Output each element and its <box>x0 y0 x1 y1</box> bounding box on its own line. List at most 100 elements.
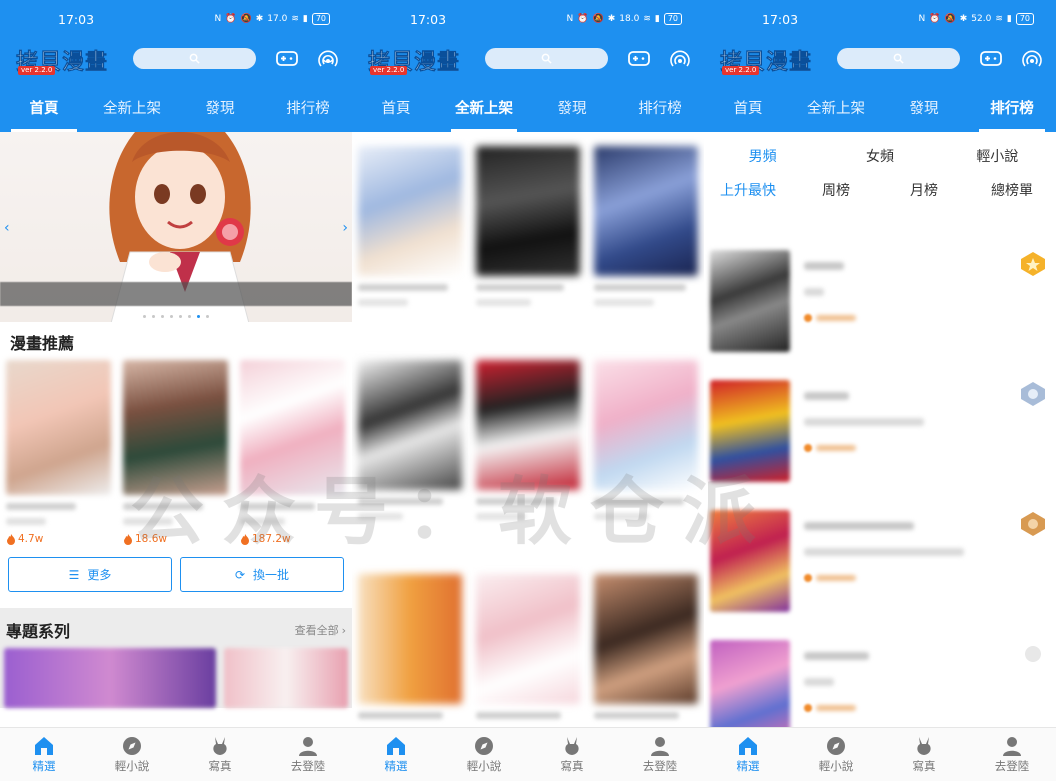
refresh-button[interactable]: ⟳ 換一批 <box>180 557 344 592</box>
view-all-link[interactable]: 查看全部 › <box>295 622 346 638</box>
home-icon <box>387 737 405 755</box>
tab-discover[interactable]: 發現 <box>880 88 968 132</box>
bottom-nav: 精選 輕小說 寫真 去登陸 <box>704 727 1056 781</box>
app-header: 17:03 N ⏰ 🔕 ✱ 18.0 ≋ ▮ 70 拷貝漫畫 ver 2.2.0 <box>352 0 704 132</box>
comic-card[interactable]: 4.7w <box>6 360 111 545</box>
nfc-icon: N <box>566 14 574 24</box>
search-bar[interactable] <box>133 48 256 69</box>
tab-home[interactable]: 首頁 <box>0 88 88 132</box>
status-bar: 17:03 N ⏰ 🔕 ✱ 18.0 ≋ ▮ 70 <box>352 0 704 38</box>
net-speed: 17.0 <box>267 14 288 24</box>
tab-new-release[interactable]: 全新上架 <box>792 88 880 132</box>
status-time: 17:03 <box>762 11 799 27</box>
nfc-icon: N <box>214 14 222 24</box>
broadcast-icon[interactable] <box>1022 49 1042 69</box>
list-icon: ☰ <box>68 567 80 582</box>
silver-medal-icon <box>1021 382 1045 406</box>
nav-featured[interactable]: 精選 <box>704 728 792 781</box>
nav-photo[interactable]: 寫真 <box>176 728 264 781</box>
screenshot-collage: 17:03 N ⏰ 🔕 ✱ 17.0 ≋ ▮ 70 拷貝漫畫 ver 2.2.0 <box>0 0 1056 781</box>
bottom-nav: 精選 輕小說 寫真 去登陸 <box>0 727 352 781</box>
topic-section-title: 專題系列 <box>6 622 71 641</box>
tab-new-release[interactable]: 全新上架 <box>440 88 528 132</box>
comic-card[interactable] <box>358 146 462 360</box>
chevron-right-icon[interactable]: › <box>342 220 348 236</box>
channel-light-novel[interactable]: 輕小說 <box>939 146 1056 180</box>
nav-light-novel[interactable]: 輕小說 <box>88 728 176 781</box>
bronze-medal-icon <box>1021 512 1045 536</box>
signal-strength-icon: ▮ <box>654 14 660 24</box>
top-tabs: 首頁 全新上架 發現 排行榜 <box>704 88 1056 132</box>
nav-light-novel[interactable]: 輕小說 <box>440 728 528 781</box>
comic-card[interactable]: 187.2w <box>240 360 345 545</box>
nav-featured[interactable]: 精選 <box>352 728 440 781</box>
app-version-badge: ver 2.2.0 <box>18 66 56 75</box>
topic-card[interactable] <box>224 648 348 708</box>
tab-ranking[interactable]: 排行榜 <box>264 88 352 132</box>
comic-cover <box>358 360 462 490</box>
gamepad-icon[interactable] <box>628 51 650 66</box>
tab-discover[interactable]: 發現 <box>176 88 264 132</box>
nav-featured[interactable]: 精選 <box>0 728 88 781</box>
comic-cover <box>476 146 580 276</box>
broadcast-icon[interactable] <box>670 49 690 69</box>
tab-new-release[interactable]: 全新上架 <box>88 88 176 132</box>
nav-light-novel[interactable]: 輕小說 <box>792 728 880 781</box>
comic-card[interactable] <box>476 360 580 574</box>
tab-discover[interactable]: 發現 <box>528 88 616 132</box>
nav-login[interactable]: 去登陸 <box>616 728 704 781</box>
nav-login[interactable]: 去登陸 <box>264 728 352 781</box>
search-bar[interactable] <box>837 48 960 69</box>
bottom-nav: 精選 輕小說 寫真 去登陸 <box>352 727 704 781</box>
period-week[interactable]: 周榜 <box>792 180 880 222</box>
tab-ranking[interactable]: 排行榜 <box>968 88 1056 132</box>
chevron-left-icon[interactable]: ‹ <box>4 220 10 236</box>
comic-card[interactable]: 18.6w <box>123 360 228 545</box>
search-icon <box>541 53 552 64</box>
topic-section-header: 專題系列 查看全部 › <box>0 608 352 648</box>
battery-icon: 70 <box>663 13 682 25</box>
compass-icon <box>475 737 493 755</box>
fire-icon <box>124 533 132 545</box>
channel-male[interactable]: 男頻 <box>704 146 821 180</box>
fire-icon <box>7 533 15 545</box>
comic-card[interactable] <box>594 360 698 574</box>
broadcast-icon[interactable] <box>318 49 338 69</box>
app-logo: 拷貝漫畫 ver 2.2.0 <box>368 44 460 76</box>
alarm-icon: ⏰ <box>577 14 589 24</box>
user-icon <box>1003 737 1021 756</box>
period-total[interactable]: 總榜單 <box>968 180 1056 222</box>
app-header: 17:03 N ⏰ 🔕 ✱ 17.0 ≋ ▮ 70 拷貝漫畫 ver 2.2.0 <box>0 0 352 132</box>
topic-card[interactable] <box>4 648 216 708</box>
comic-card[interactable] <box>476 146 580 360</box>
period-month[interactable]: 月榜 <box>880 180 968 222</box>
nav-photo[interactable]: 寫真 <box>528 728 616 781</box>
search-bar[interactable] <box>485 48 608 69</box>
more-button[interactable]: ☰ 更多 <box>8 557 172 592</box>
comic-cover <box>710 510 790 612</box>
battery-icon: 70 <box>311 13 330 25</box>
comic-card[interactable] <box>358 360 462 574</box>
ranking-list <box>704 222 1056 766</box>
phone-new-release: 17:03 N ⏰ 🔕 ✱ 18.0 ≋ ▮ 70 拷貝漫畫 ver 2.2.0 <box>352 0 704 781</box>
channel-female[interactable]: 女頻 <box>821 146 938 180</box>
rank-badge-icon <box>1025 646 1041 662</box>
status-icons: N ⏰ 🔕 ✱ 52.0 ≋ ▮ 70 <box>919 13 1034 25</box>
tab-ranking[interactable]: 排行榜 <box>616 88 704 132</box>
tab-home[interactable]: 首頁 <box>352 88 440 132</box>
bluetooth-icon: ✱ <box>255 14 264 24</box>
carousel-banner[interactable]: ‹ › <box>0 132 352 322</box>
nav-photo[interactable]: 寫真 <box>880 728 968 781</box>
rank-item[interactable] <box>704 376 1056 506</box>
gamepad-icon[interactable] <box>980 51 1002 66</box>
tab-home[interactable]: 首頁 <box>704 88 792 132</box>
comic-card[interactable] <box>594 146 698 360</box>
bluetooth-icon: ✱ <box>959 14 968 24</box>
rank-item[interactable] <box>704 246 1056 376</box>
bunny-icon <box>917 737 931 755</box>
period-rising[interactable]: 上升最快 <box>704 180 792 222</box>
nav-login[interactable]: 去登陸 <box>968 728 1056 781</box>
search-icon <box>189 53 200 64</box>
gamepad-icon[interactable] <box>276 51 298 66</box>
rank-item[interactable] <box>704 506 1056 636</box>
